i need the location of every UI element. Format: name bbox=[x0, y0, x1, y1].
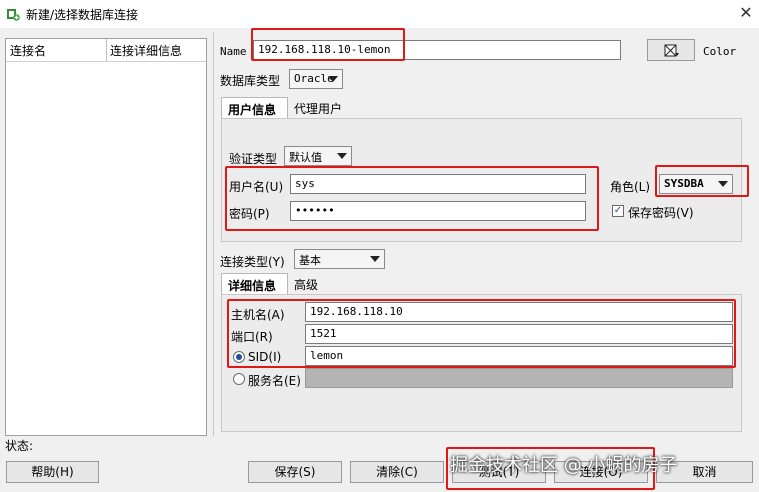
auth-type-select[interactable]: 默认值 bbox=[284, 146, 352, 166]
name-label: Name bbox=[220, 45, 247, 58]
service-input[interactable] bbox=[305, 368, 733, 388]
column-header-detail[interactable]: 连接详细信息 bbox=[110, 42, 182, 59]
save-password-label: 保存密码(V) bbox=[628, 206, 694, 220]
app-icon bbox=[7, 9, 20, 21]
tab-user-info[interactable]: 用户信息 bbox=[221, 97, 288, 119]
highlight-credentials bbox=[225, 166, 599, 231]
save-password-checkbox[interactable]: ✓ bbox=[612, 205, 624, 217]
close-icon[interactable]: ✕ bbox=[736, 3, 756, 23]
conn-type-value: 基本 bbox=[299, 254, 321, 267]
watermark: 掘金技术社区 @ 小蜗的房子 bbox=[450, 455, 678, 476]
color-picker-button[interactable] bbox=[647, 39, 695, 61]
highlight-role bbox=[655, 165, 749, 197]
role-label: 角色(L) bbox=[610, 180, 651, 194]
title-bar: 新建/选择数据库连接 ✕ bbox=[0, 0, 759, 28]
clear-button[interactable]: 清除(C) bbox=[350, 461, 444, 483]
save-button[interactable]: 保存(S) bbox=[248, 461, 342, 483]
help-button[interactable]: 帮助(H) bbox=[6, 461, 99, 483]
service-radio[interactable] bbox=[233, 373, 245, 385]
auth-type-label: 验证类型 bbox=[229, 152, 278, 166]
window-title: 新建/选择数据库连接 bbox=[26, 8, 139, 22]
conn-type-label: 连接类型(Y) bbox=[220, 255, 285, 269]
tab-details[interactable]: 详细信息 bbox=[221, 273, 288, 295]
color-picker-icon bbox=[664, 44, 679, 57]
tab-proxy-user[interactable]: 代理用户 bbox=[290, 97, 346, 120]
service-label: 服务名(E) bbox=[248, 374, 301, 388]
chevron-down-icon bbox=[328, 76, 338, 82]
chevron-down-icon bbox=[370, 256, 380, 262]
tab-advanced[interactable]: 高级 bbox=[290, 273, 322, 296]
color-label: Color bbox=[703, 45, 737, 58]
conn-type-select[interactable]: 基本 bbox=[294, 249, 385, 269]
chevron-down-icon bbox=[337, 153, 347, 159]
dbtype-select[interactable]: Oracle bbox=[289, 69, 343, 89]
connection-list-header: 连接名 连接详细信息 bbox=[6, 39, 206, 62]
highlight-details bbox=[227, 299, 736, 368]
status-label: 状态: bbox=[5, 439, 34, 453]
dbtype-label: 数据库类型 bbox=[220, 74, 281, 88]
column-divider bbox=[106, 39, 107, 61]
splitter[interactable] bbox=[213, 32, 214, 436]
connection-list[interactable]: 连接名 连接详细信息 bbox=[5, 38, 207, 436]
auth-type-value: 默认值 bbox=[289, 151, 322, 164]
highlight-name bbox=[251, 28, 405, 61]
column-header-name[interactable]: 连接名 bbox=[10, 42, 46, 59]
